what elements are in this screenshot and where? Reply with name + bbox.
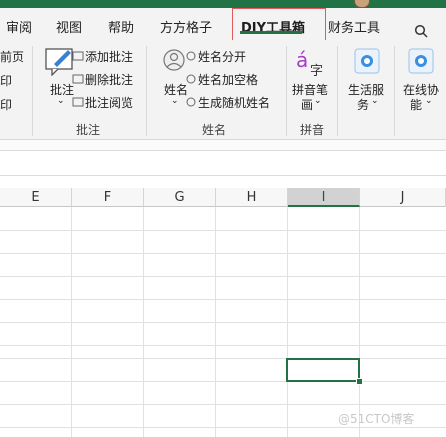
chevron-down-icon: ⌄ bbox=[425, 96, 433, 106]
formula-bar[interactable] bbox=[0, 150, 446, 176]
partial-command-2[interactable]: 印 bbox=[0, 72, 12, 89]
grid-line bbox=[0, 358, 446, 359]
ribbon-tabs: 审阅 视图 帮助 方方格子 DIY工具箱 财务工具 bbox=[0, 8, 446, 40]
tab-finance-tools[interactable]: 财务工具 bbox=[328, 17, 380, 36]
group-separator bbox=[286, 46, 287, 136]
comment-group-label: 批注 bbox=[76, 123, 101, 137]
fill-handle[interactable] bbox=[356, 378, 363, 385]
grid-line bbox=[0, 345, 446, 346]
column-header-e[interactable]: E bbox=[0, 188, 72, 207]
column-header-g[interactable]: G bbox=[144, 188, 216, 207]
column-header-i[interactable]: I bbox=[288, 188, 360, 207]
tab-review[interactable]: 审阅 bbox=[6, 17, 32, 36]
life-service-label-2: 务 bbox=[357, 98, 370, 112]
grid-line bbox=[0, 404, 446, 405]
pinyin-group-label: 拼音 bbox=[300, 123, 325, 137]
character-icon: 字 bbox=[310, 64, 324, 79]
tab-fangfang[interactable]: 方方格子 bbox=[160, 17, 212, 36]
grid-line bbox=[0, 230, 446, 231]
view-comment-button[interactable]: 批注阅览 bbox=[85, 94, 133, 111]
partial-command-3[interactable]: 印 bbox=[0, 96, 12, 113]
delete-comment-icon bbox=[72, 74, 84, 84]
online-tools-icon bbox=[408, 48, 434, 74]
split-name-icon bbox=[186, 51, 196, 61]
pinyin-icon: á bbox=[296, 48, 309, 72]
watermark: @51CTO博客 bbox=[338, 412, 415, 426]
view-comment-icon bbox=[72, 97, 84, 107]
add-space-button[interactable]: 姓名加空格 bbox=[198, 71, 258, 88]
grid-line bbox=[0, 381, 446, 382]
life-service-icon bbox=[354, 48, 380, 74]
tab-help[interactable]: 帮助 bbox=[108, 17, 134, 36]
column-header-j[interactable]: J bbox=[360, 188, 446, 207]
chevron-down-icon: ⌄ bbox=[314, 96, 322, 106]
column-header-f[interactable]: F bbox=[72, 188, 144, 207]
chevron-down-icon: ⌄ bbox=[171, 96, 179, 106]
grid-line bbox=[0, 253, 446, 254]
split-name-button[interactable]: 姓名分开 bbox=[198, 48, 246, 65]
add-comment-button[interactable]: 添加批注 bbox=[85, 48, 133, 65]
grid-line bbox=[0, 427, 446, 428]
selected-cell[interactable] bbox=[286, 358, 360, 382]
column-header-h[interactable]: H bbox=[216, 188, 288, 207]
online-tools-label-2: 能 bbox=[410, 98, 423, 112]
chevron-down-icon: ⌄ bbox=[371, 96, 379, 106]
name-group-label: 姓名 bbox=[202, 123, 227, 137]
pinyin-button-label-2: 画 bbox=[301, 98, 314, 112]
add-space-icon bbox=[186, 74, 196, 84]
tab-view[interactable]: 视图 bbox=[56, 17, 82, 36]
column-header-row: E F G H I J bbox=[0, 188, 446, 207]
random-name-button[interactable]: 生成随机姓名 bbox=[198, 94, 270, 111]
ribbon-panel: 前页 印 印 批注 ⌄ 添加批注 删除批注 批注阅览 批注 姓名 ⌄ 姓名分开 … bbox=[0, 40, 446, 140]
delete-comment-button[interactable]: 删除批注 bbox=[85, 71, 133, 88]
grid-line bbox=[0, 299, 446, 300]
add-comment-icon bbox=[72, 51, 84, 61]
grid-line bbox=[0, 322, 446, 323]
person-icon bbox=[163, 49, 185, 71]
group-separator bbox=[337, 46, 338, 136]
grid-line bbox=[0, 276, 446, 277]
chevron-down-icon: ⌄ bbox=[57, 96, 65, 106]
partial-command-1[interactable]: 前页 bbox=[0, 48, 24, 65]
random-name-icon bbox=[186, 97, 196, 107]
group-separator bbox=[146, 46, 147, 136]
group-separator bbox=[394, 46, 395, 136]
search-icon[interactable] bbox=[414, 24, 428, 38]
group-separator bbox=[32, 46, 33, 136]
title-bar bbox=[0, 0, 446, 8]
spreadsheet-grid[interactable] bbox=[0, 207, 446, 437]
